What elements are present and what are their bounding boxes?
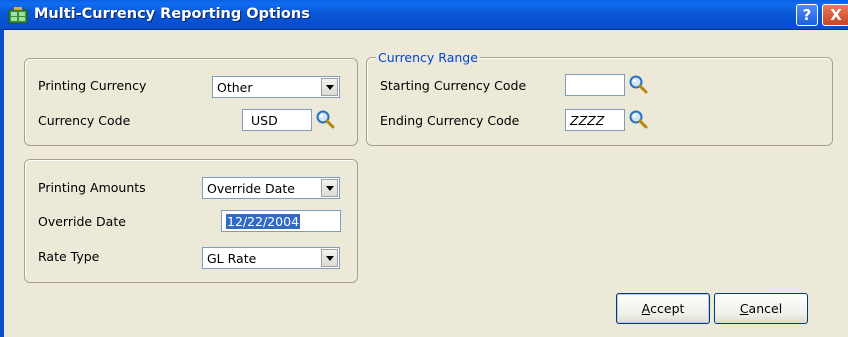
cancel-button[interactable]: Cancel [714,293,808,324]
currency-code-lookup-icon[interactable] [315,109,335,129]
cancel-mnemonic: C [739,301,749,316]
override-date-input[interactable]: 12/22/2004 [221,210,341,232]
starting-currency-label: Starting Currency Code [380,78,527,93]
help-button[interactable]: ? [796,4,818,26]
ending-currency-label: Ending Currency Code [380,113,520,128]
accept-label: ccept [650,301,685,316]
printing-currency-select[interactable]: Other [212,76,340,98]
starting-currency-input[interactable] [565,74,625,96]
currency-range-group: Currency Range [366,50,833,146]
printing-currency-label: Printing Currency [38,78,147,93]
printing-amounts-label: Printing Amounts [38,180,146,195]
close-button[interactable]: X [822,4,848,26]
currency-code-input[interactable]: USD [242,109,312,131]
printing-currency-value: Other [217,80,253,95]
chevron-down-icon[interactable] [321,249,338,267]
accept-mnemonic: A [641,301,651,316]
printing-amounts-value: Override Date [207,181,295,196]
ending-currency-input[interactable]: ZZZZ [565,109,625,131]
cancel-label: ancel [748,301,783,316]
app-icon [8,7,28,24]
rate-type-value: GL Rate [207,251,257,266]
override-date-label: Override Date [38,214,126,229]
starting-currency-lookup-icon[interactable] [628,74,648,94]
window-title: Multi-Currency Reporting Options [34,6,310,22]
rate-type-label: Rate Type [38,249,100,264]
accept-button[interactable]: Accept [616,293,710,324]
ending-currency-lookup-icon[interactable] [628,109,648,129]
printing-currency-group [24,58,358,146]
title-bar[interactable]: Multi-Currency Reporting Options ? X [0,0,848,30]
currency-range-legend: Currency Range [376,50,480,65]
chevron-down-icon[interactable] [321,179,338,197]
printing-amounts-select[interactable]: Override Date [202,177,340,199]
rate-type-select[interactable]: GL Rate [202,247,340,269]
currency-code-label: Currency Code [38,113,131,128]
window-frame [0,30,4,337]
chevron-down-icon[interactable] [321,78,338,96]
override-date-value: 12/22/2004 [226,214,301,229]
